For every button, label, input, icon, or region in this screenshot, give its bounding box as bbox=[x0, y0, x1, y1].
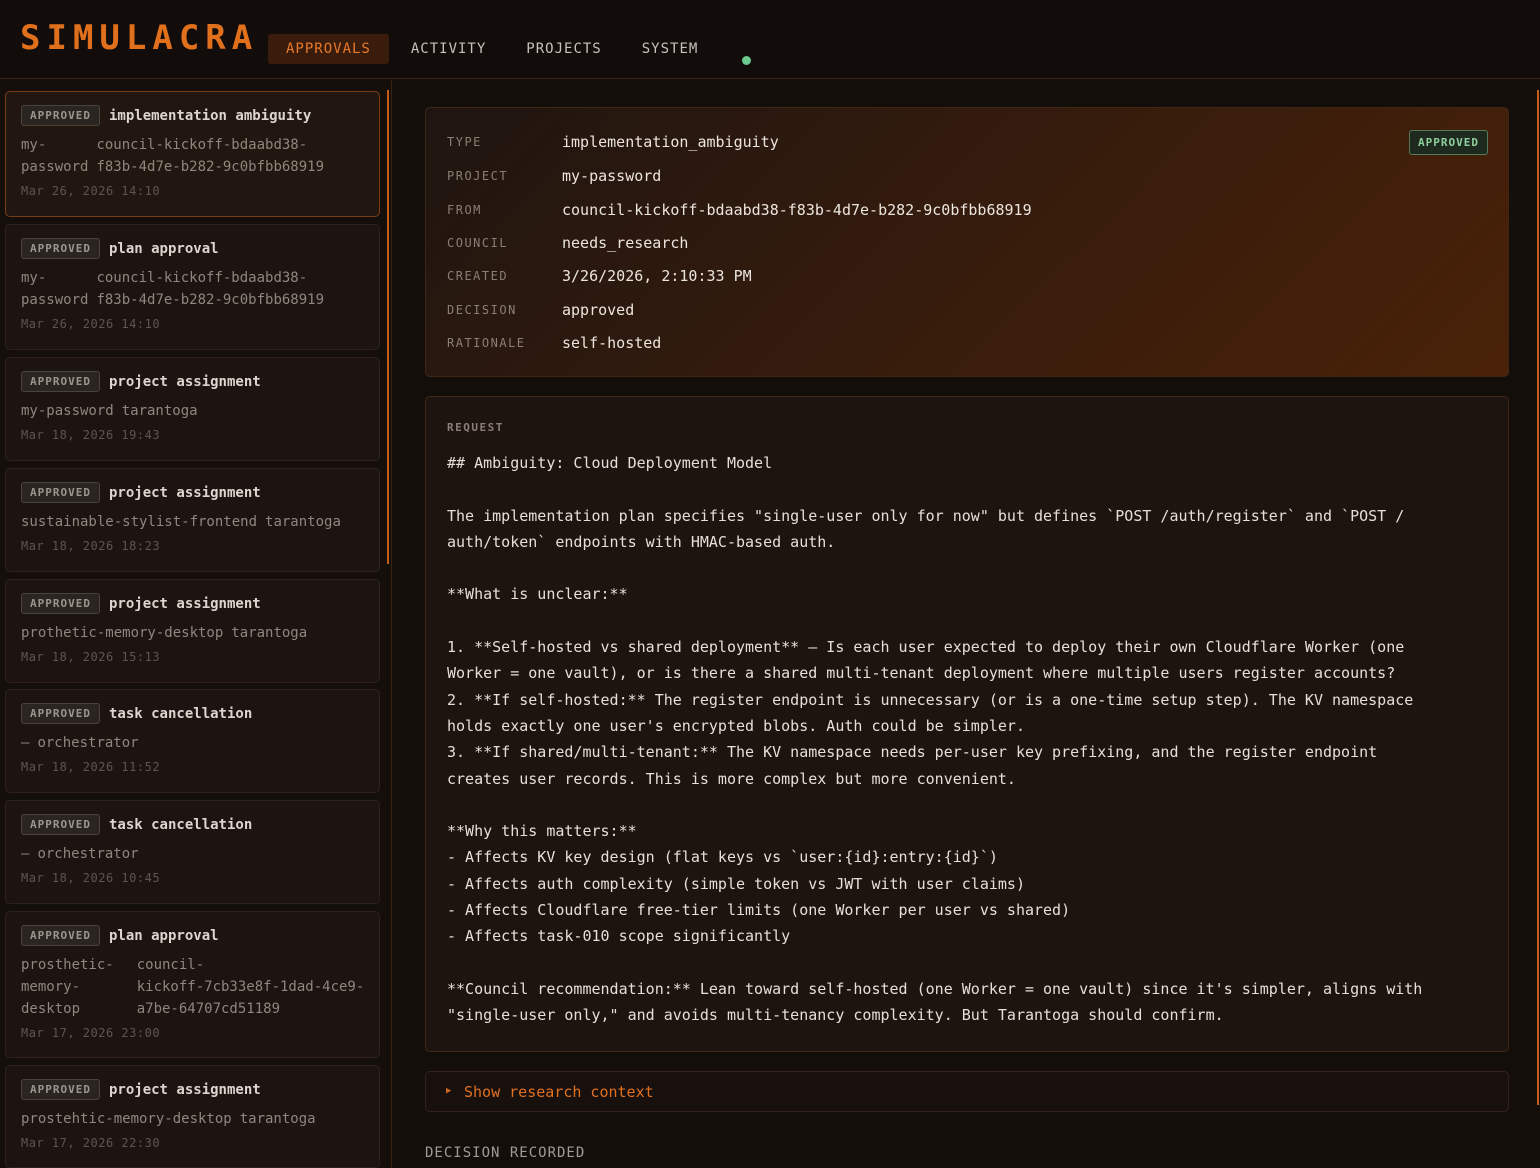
item-source: council-kickoff-bdaabd38- f83b-4d7e-b282… bbox=[96, 270, 325, 308]
item-date: Mar 18, 2026 11:52 bbox=[21, 760, 161, 774]
field-created: CREATED 3/26/2026, 2:10:33 PM bbox=[447, 267, 752, 285]
field-value: 3/26/2026, 2:10:33 PM bbox=[562, 267, 752, 285]
item-project: — bbox=[21, 846, 30, 862]
tab-activity[interactable]: ACTIVITY bbox=[393, 34, 504, 64]
list-item[interactable]: APPROVED plan approval prosthetic- memor… bbox=[5, 911, 380, 1058]
item-source: council- kickoff-7cb33e8f-1dad-4ce9- a7b… bbox=[136, 957, 365, 1017]
status-badge: APPROVED bbox=[21, 238, 100, 259]
list-item[interactable]: APPROVED project assignment prothetic-me… bbox=[5, 579, 380, 683]
field-decision: DECISION approved bbox=[447, 301, 634, 319]
item-project: prostehtic-memory-desktop bbox=[21, 1111, 232, 1127]
status-badge: APPROVED bbox=[21, 1079, 100, 1100]
list-item[interactable]: APPROVED project assignment prostehtic-m… bbox=[5, 1065, 380, 1168]
status-badge: APPROVED bbox=[21, 593, 100, 614]
item-project: prosthetic- memory- desktop bbox=[21, 957, 114, 1017]
item-source: tarantoga bbox=[231, 625, 308, 641]
field-label: COUNCIL bbox=[447, 236, 509, 250]
item-title: task cancellation bbox=[108, 816, 253, 833]
request-panel: REQUEST ## Ambiguity: Cloud Deployment M… bbox=[425, 396, 1509, 1052]
field-value: my-password bbox=[562, 167, 662, 185]
field-label: RATIONALE bbox=[447, 336, 526, 350]
item-source: orchestrator bbox=[37, 735, 139, 751]
item-date: Mar 18, 2026 10:45 bbox=[21, 871, 161, 885]
item-source: orchestrator bbox=[37, 846, 139, 862]
field-label: FROM bbox=[447, 203, 482, 217]
item-project: my- password bbox=[21, 137, 89, 175]
field-value: self-hosted bbox=[562, 334, 662, 352]
item-project: my-password bbox=[21, 403, 114, 419]
field-from: FROM council-kickoff-bdaabd38-f83b-4d7e-… bbox=[447, 201, 1032, 219]
status-badge: APPROVED bbox=[21, 925, 100, 946]
caret-right-icon: ▶ bbox=[446, 1086, 452, 1096]
sidebar-scrollbar[interactable] bbox=[387, 90, 389, 564]
item-date: Mar 17, 2026 22:30 bbox=[21, 1136, 161, 1150]
item-title: plan approval bbox=[108, 240, 219, 257]
item-title: project assignment bbox=[108, 484, 261, 501]
item-source: tarantoga bbox=[265, 514, 341, 530]
decision-recorded-heading: DECISION RECORDED bbox=[425, 1145, 586, 1161]
list-item[interactable]: APPROVED task cancellation — orchestrato… bbox=[5, 689, 380, 793]
request-label: REQUEST bbox=[447, 421, 504, 434]
item-date: Mar 18, 2026 19:43 bbox=[21, 428, 161, 442]
approval-details-panel: TYPE implementation_ambiguity PROJECT my… bbox=[425, 107, 1509, 377]
item-title: task cancellation bbox=[108, 705, 253, 722]
status-badge: APPROVED bbox=[21, 105, 100, 126]
item-project: my- password bbox=[21, 270, 89, 308]
main-nav: APPROVALS ACTIVITY PROJECTS SYSTEM bbox=[268, 34, 720, 64]
field-council: COUNCIL needs_research bbox=[447, 234, 688, 252]
item-source: tarantoga bbox=[121, 403, 198, 419]
status-badge: APPROVED bbox=[1409, 130, 1488, 155]
field-project: PROJECT my-password bbox=[447, 167, 661, 185]
tab-approvals[interactable]: APPROVALS bbox=[268, 34, 389, 64]
field-label: CREATED bbox=[447, 269, 509, 283]
item-date: Mar 26, 2026 14:10 bbox=[21, 184, 161, 198]
item-title: implementation ambiguity bbox=[108, 107, 312, 124]
tab-projects[interactable]: PROJECTS bbox=[508, 34, 619, 64]
list-item[interactable]: APPROVED task cancellation — orchestrato… bbox=[5, 800, 380, 904]
field-value: implementation_ambiguity bbox=[562, 133, 779, 151]
main-scrollbar[interactable] bbox=[1537, 90, 1539, 1105]
list-item[interactable]: APPROVED project assignment sustainable-… bbox=[5, 468, 380, 572]
field-value: approved bbox=[562, 301, 635, 319]
field-label: PROJECT bbox=[447, 169, 509, 183]
item-source: tarantoga bbox=[239, 1111, 316, 1127]
field-rationale: RATIONALE self-hosted bbox=[447, 334, 661, 352]
status-badge: APPROVED bbox=[21, 703, 100, 724]
item-date: Mar 17, 2026 23:00 bbox=[21, 1026, 161, 1040]
status-badge: APPROVED bbox=[21, 371, 100, 392]
field-label: TYPE bbox=[447, 135, 482, 149]
item-project: prothetic-memory-desktop bbox=[21, 625, 224, 641]
status-badge: APPROVED bbox=[21, 482, 100, 503]
list-item[interactable]: APPROVED project assignment my-password … bbox=[5, 357, 380, 461]
tab-system[interactable]: SYSTEM bbox=[624, 34, 717, 64]
show-research-context-button[interactable]: ▶ Show research context bbox=[425, 1071, 1509, 1112]
item-title: project assignment bbox=[108, 373, 261, 390]
list-item[interactable]: APPROVED plan approval my- password coun… bbox=[5, 224, 380, 350]
research-toggle-label: Show research context bbox=[464, 1083, 654, 1101]
list-item[interactable]: APPROVED implementation ambiguity my- pa… bbox=[5, 91, 380, 217]
item-title: project assignment bbox=[108, 1081, 261, 1098]
item-date: Mar 18, 2026 15:13 bbox=[21, 650, 161, 664]
connection-status-icon bbox=[742, 56, 751, 65]
field-label: DECISION bbox=[447, 303, 517, 317]
item-title: project assignment bbox=[108, 595, 261, 612]
field-value: needs_research bbox=[562, 234, 689, 252]
item-title: plan approval bbox=[108, 927, 219, 944]
top-header: SIMULACRA APPROVALS ACTIVITY PROJECTS SY… bbox=[0, 0, 1540, 79]
item-source: council-kickoff-bdaabd38- f83b-4d7e-b282… bbox=[96, 137, 325, 175]
field-type: TYPE implementation_ambiguity bbox=[447, 133, 779, 151]
app-logo: SIMULACRA bbox=[20, 18, 259, 58]
item-date: Mar 26, 2026 14:10 bbox=[21, 317, 161, 331]
field-value: council-kickoff-bdaabd38-f83b-4d7e-b282-… bbox=[562, 201, 1032, 219]
item-project: — bbox=[21, 735, 30, 751]
status-badge: APPROVED bbox=[21, 814, 100, 835]
request-body: ## Ambiguity: Cloud Deployment Model The… bbox=[447, 454, 1423, 1025]
item-project: sustainable-stylist-frontend bbox=[21, 514, 258, 530]
item-date: Mar 18, 2026 18:23 bbox=[21, 539, 161, 553]
